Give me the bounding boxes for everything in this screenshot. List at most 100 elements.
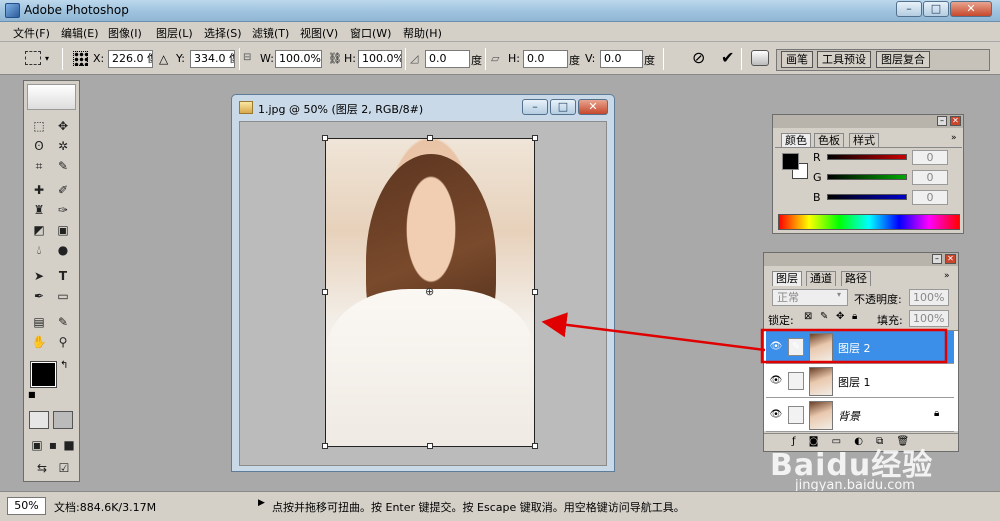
layers-tab[interactable]: 图层 — [772, 271, 802, 286]
jump-to-imageready-icon[interactable]: ⇆ — [32, 459, 52, 477]
fill-input[interactable]: 100% — [909, 310, 949, 327]
shape-tool-icon[interactable]: ▭ — [53, 287, 73, 305]
cancel-transform-icon[interactable]: ⊘ — [692, 48, 705, 67]
layer-name[interactable]: 背景 — [838, 408, 860, 424]
palette-well-tab-tool-presets[interactable]: 工具预设 — [817, 51, 871, 68]
layer-row[interactable]: 👁︎ ✎ 图层 2 — [766, 331, 954, 364]
x-position-input[interactable]: 226.0 像 — [108, 50, 153, 68]
blue-value-input[interactable]: 0 — [912, 190, 948, 205]
transform-handle-bottom-right[interactable] — [532, 443, 538, 449]
channels-tab[interactable]: 通道 — [806, 271, 836, 286]
layers-panel-minimize-icon[interactable]: – — [932, 254, 942, 264]
green-value-input[interactable]: 0 — [912, 170, 948, 185]
clone-stamp-tool-icon[interactable]: ♜ — [29, 201, 49, 219]
document-info[interactable]: 文档:884.6K/3.17M — [54, 499, 156, 515]
lasso-tool-icon[interactable]: ʘ — [29, 137, 49, 155]
layer-link-box[interactable] — [788, 406, 804, 424]
reference-point-icon[interactable] — [73, 51, 88, 66]
status-menu-arrow-icon[interactable]: ▶ — [258, 498, 265, 508]
document-maximize-button[interactable]: □ — [550, 99, 576, 115]
transform-handle-left[interactable] — [322, 289, 328, 295]
hand-tool-icon[interactable]: ✋ — [29, 333, 49, 351]
delta-icon[interactable]: △ — [159, 52, 168, 66]
red-slider[interactable] — [827, 154, 907, 160]
blue-slider[interactable] — [827, 194, 907, 200]
transform-handle-top[interactable] — [427, 135, 433, 141]
menu-select[interactable]: 选择(S) — [204, 25, 242, 41]
layers-panel-menu-icon[interactable]: » — [944, 271, 950, 281]
maximize-button[interactable]: □ — [923, 1, 949, 17]
marquee-tool-icon[interactable]: ⬚ — [29, 117, 49, 135]
standard-mode-icon[interactable] — [29, 411, 49, 429]
foreground-color-swatch[interactable] — [30, 361, 57, 388]
layer-name[interactable]: 图层 2 — [838, 340, 871, 356]
paths-tab[interactable]: 路径 — [841, 271, 871, 286]
transform-handle-top-right[interactable] — [532, 135, 538, 141]
eraser-tool-icon[interactable]: ◩ — [29, 221, 49, 239]
width-input[interactable]: 100.0% — [275, 50, 322, 68]
color-tab[interactable]: 颜色 — [781, 133, 811, 148]
styles-tab[interactable]: 样式 — [849, 133, 879, 148]
color-panel-close-icon[interactable]: ✕ — [950, 116, 961, 126]
transform-handle-bottom[interactable] — [427, 443, 433, 449]
file-browser-icon[interactable] — [751, 50, 769, 66]
tool-preset-dropdown-icon[interactable]: ▾ — [45, 54, 49, 63]
color-spectrum-ramp[interactable] — [778, 214, 960, 230]
zoom-input[interactable]: 50% — [7, 497, 46, 515]
layer-row[interactable]: 👁︎ 背景 🔒︎ — [766, 399, 954, 432]
skew-h-input[interactable]: 0.0 — [523, 50, 568, 68]
lock-transparent-icon[interactable]: ⊠ — [804, 311, 812, 322]
swatches-tab[interactable]: 色板 — [814, 133, 844, 148]
transform-handle-right[interactable] — [532, 289, 538, 295]
panel-foreground-swatch[interactable] — [782, 153, 799, 170]
rotate-angle-input[interactable]: 0.0 — [425, 50, 470, 68]
menu-layer[interactable]: 图层(L) — [156, 25, 193, 41]
layer-link-box[interactable] — [788, 372, 804, 390]
lock-all-icon[interactable]: 🔒︎ — [852, 311, 857, 322]
visibility-eye-icon[interactable]: 👁︎ — [769, 340, 783, 354]
document-canvas[interactable]: ⊕ — [239, 121, 607, 466]
menu-image[interactable]: 图像(I) — [108, 25, 142, 41]
menu-file[interactable]: 文件(F) — [13, 25, 50, 41]
layers-panel-close-icon[interactable]: ✕ — [945, 254, 956, 264]
close-button[interactable]: ✕ — [950, 1, 992, 17]
green-slider[interactable] — [827, 174, 907, 180]
transform-center-icon[interactable]: ⊕ — [425, 285, 434, 298]
lock-image-icon[interactable]: ✎ — [820, 311, 828, 322]
blur-tool-icon[interactable]: 💧︎ — [29, 241, 49, 259]
palette-well-tab-layer-comps[interactable]: 图层复合 — [876, 51, 930, 68]
slice-tool-icon[interactable]: ✎ — [53, 157, 73, 175]
menu-view[interactable]: 视图(V) — [300, 25, 338, 41]
screen-mode-full-icon[interactable]: ■ — [59, 436, 79, 454]
color-panel-menu-icon[interactable]: » — [951, 133, 957, 143]
y-position-input[interactable]: 334.0 像 — [190, 50, 235, 68]
blend-mode-chevron-down-icon[interactable]: ▾ — [837, 290, 841, 299]
document-minimize-button[interactable]: – — [522, 99, 548, 115]
commit-transform-icon[interactable]: ✔ — [721, 48, 734, 67]
palette-well-tab-brushes[interactable]: 画笔 — [781, 51, 813, 68]
menu-edit[interactable]: 编辑(E) — [61, 25, 99, 41]
magic-wand-tool-icon[interactable]: ✲ — [53, 137, 73, 155]
dodge-tool-icon[interactable]: ● — [53, 241, 73, 259]
visibility-eye-icon[interactable]: 👁︎ — [769, 408, 783, 422]
move-tool-icon[interactable]: ✥ — [53, 117, 73, 135]
height-input[interactable]: 100.0% — [358, 50, 402, 68]
eyedropper-tool-icon[interactable]: ✎ — [53, 313, 73, 331]
color-panel-minimize-icon[interactable]: – — [937, 116, 947, 126]
link-icon[interactable]: ⛓ — [328, 52, 342, 65]
default-colors-icon[interactable]: ■ — [28, 390, 36, 399]
healing-brush-tool-icon[interactable]: ✚ — [29, 181, 49, 199]
skew-v-input[interactable]: 0.0 — [600, 50, 643, 68]
swap-colors-icon[interactable]: ↰ — [60, 360, 68, 371]
menu-filter[interactable]: 滤镜(T) — [252, 25, 289, 41]
path-selection-tool-icon[interactable]: ➤ — [29, 267, 49, 285]
red-value-input[interactable]: 0 — [912, 150, 948, 165]
crop-tool-icon[interactable]: ⌗ — [29, 157, 49, 175]
opacity-input[interactable]: 100% — [909, 289, 949, 306]
minimize-button[interactable]: – — [896, 1, 922, 17]
layer-name[interactable]: 图层 1 — [838, 374, 871, 390]
type-tool-icon[interactable]: T — [53, 267, 73, 285]
pen-tool-icon[interactable]: ✒ — [29, 287, 49, 305]
feather-logo-icon[interactable] — [27, 84, 76, 110]
notes-tool-icon[interactable]: ▤ — [29, 313, 49, 331]
